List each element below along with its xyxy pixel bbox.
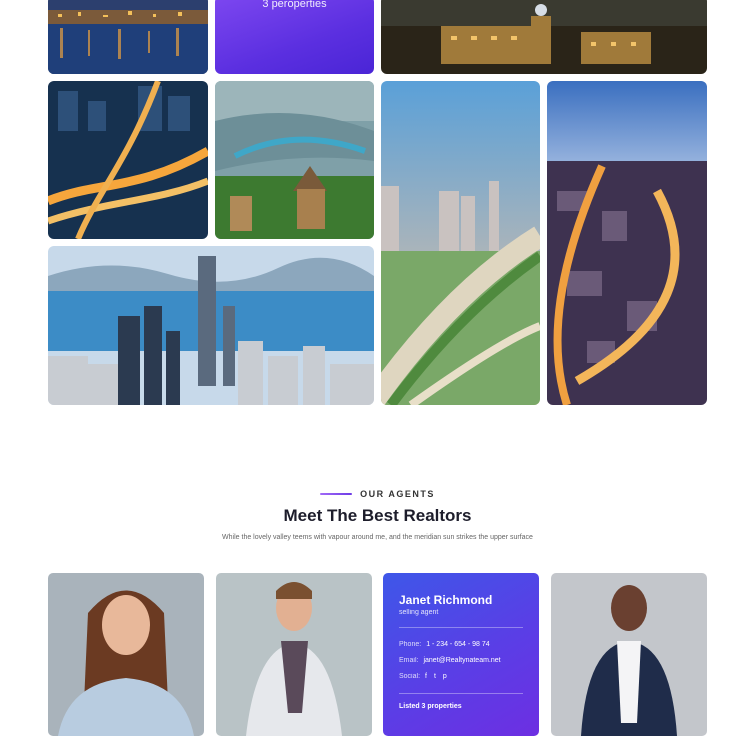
section-subtitle: While the lovely valley teems with vapou… xyxy=(222,534,533,541)
card-divider xyxy=(399,627,523,628)
agent-phone-row: Phone: 1 - 234 - 654 - 98 74 xyxy=(399,641,490,648)
twitter-icon[interactable]: t xyxy=(434,673,436,680)
section-title: Meet The Best Realtors xyxy=(283,506,472,525)
featured-properties-count: 3 peroperties xyxy=(262,0,327,10)
city-image-night-old-town[interactable] xyxy=(381,0,707,74)
agent-photo-man-blazer[interactable] xyxy=(551,573,707,736)
city-image-highway-interchange[interactable] xyxy=(48,81,208,239)
city-image-boulevard-park[interactable] xyxy=(381,81,540,405)
pinterest-icon[interactable]: p xyxy=(443,673,447,680)
featured-properties-tile[interactable]: 3 peroperties xyxy=(215,0,374,74)
eyebrow-accent-line xyxy=(320,493,353,495)
agent-email-row: Email: janet@Realtynateam.net xyxy=(399,657,501,664)
agent-contact-card[interactable]: Janet Richmond selling agent Phone: 1 - … xyxy=(383,573,539,736)
agent-role: selling agent xyxy=(399,609,439,616)
city-image-harbour-skyline[interactable] xyxy=(48,246,374,405)
agent-listed-properties-link[interactable]: Listed 3 properties xyxy=(399,703,462,710)
facebook-icon[interactable]: f xyxy=(425,673,427,680)
section-eyebrow: OUR AGENTS xyxy=(0,489,755,499)
card-divider-bottom xyxy=(399,693,523,694)
email-label: Email: xyxy=(399,657,419,664)
phone-label: Phone: xyxy=(399,641,422,648)
city-image-river-bridge-cathedral[interactable] xyxy=(215,81,374,239)
agent-social-row: Social: f t p xyxy=(399,673,447,680)
section-eyebrow-label: OUR AGENTS xyxy=(360,489,435,499)
agent-name[interactable]: Janet Richmond xyxy=(399,593,492,607)
agent-photo-man-scarf[interactable] xyxy=(216,573,372,736)
agent-photo-woman[interactable] xyxy=(48,573,204,736)
agent-phone[interactable]: 1 - 234 - 654 - 98 74 xyxy=(426,641,489,648)
city-image-curved-highway-dusk[interactable] xyxy=(547,81,707,405)
city-image-night-waterfront[interactable] xyxy=(48,0,208,74)
agent-email[interactable]: janet@Realtynateam.net xyxy=(423,657,500,664)
social-label: Social: xyxy=(399,673,421,680)
